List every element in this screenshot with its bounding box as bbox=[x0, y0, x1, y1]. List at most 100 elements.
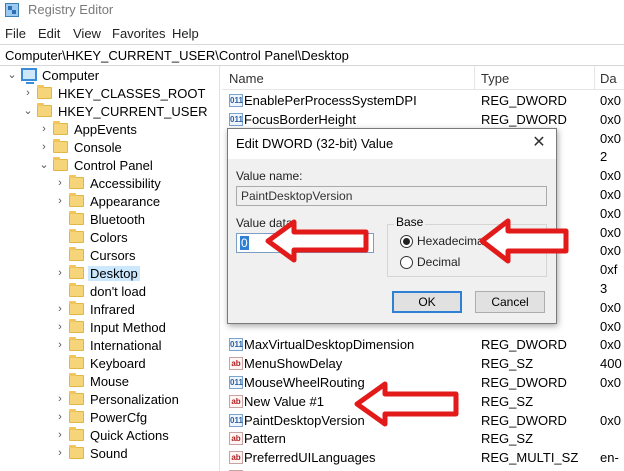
value-row[interactable]: ab MenuShowDelay REG_SZ 400 bbox=[222, 355, 624, 373]
tree-item-label[interactable]: International bbox=[90, 338, 162, 353]
tree-item-label[interactable]: Computer bbox=[42, 68, 99, 83]
chevron-right-icon[interactable]: › bbox=[55, 412, 65, 423]
tree-item[interactable]: › International bbox=[0, 337, 219, 355]
tree-item[interactable]: don't load bbox=[0, 283, 219, 301]
folder-icon bbox=[69, 427, 84, 441]
address-bar[interactable]: Computer\HKEY_CURRENT_USER\Control Panel… bbox=[0, 44, 624, 66]
value-data-input[interactable]: 0 bbox=[236, 233, 374, 253]
chevron-right-icon[interactable]: › bbox=[39, 142, 49, 153]
tree-item-label[interactable]: AppEvents bbox=[74, 122, 137, 137]
tree-item-label[interactable]: Sound bbox=[90, 446, 128, 461]
tree-item-label[interactable]: Appearance bbox=[90, 194, 160, 209]
key-tree[interactable]: ⌄ Computer › HKEY_CLASSES_ROOT ⌄ HKEY_CURRENT… bbox=[0, 66, 220, 471]
tree-item-label[interactable]: Quick Actions bbox=[90, 428, 169, 443]
value-row[interactable]: ab Pattern REG_SZ bbox=[222, 430, 624, 448]
value-row[interactable]: 011 PaintDesktopVersion REG_DWORD 0x0 bbox=[222, 412, 624, 430]
tree-item[interactable]: ⌄ Control Panel bbox=[0, 157, 219, 175]
tree-item[interactable]: Bluetooth bbox=[0, 211, 219, 229]
column-divider[interactable] bbox=[474, 66, 475, 90]
chevron-right-icon[interactable]: › bbox=[55, 196, 65, 207]
tree-item[interactable]: Keyboard bbox=[0, 355, 219, 373]
tree-item-label[interactable]: Colors bbox=[90, 230, 128, 245]
tree-item[interactable]: › Accessibility bbox=[0, 175, 219, 193]
tree-item[interactable]: › Console bbox=[0, 139, 219, 157]
tree-item[interactable]: › Input Method bbox=[0, 319, 219, 337]
tree-item-label[interactable]: HKEY_CURRENT_USER bbox=[58, 104, 208, 119]
value-row[interactable]: 011 EnablePerProcessSystemDPI REG_DWORD 0x0 bbox=[222, 92, 624, 110]
menu-favorites[interactable]: Favorites bbox=[112, 26, 165, 41]
address-path[interactable]: Computer\HKEY_CURRENT_USER\Control Panel… bbox=[5, 48, 349, 63]
value-data: 0x0 bbox=[600, 224, 621, 240]
tree-item-label[interactable]: Bluetooth bbox=[90, 212, 145, 227]
tree-item[interactable]: › Desktop bbox=[0, 265, 219, 283]
tree-item-label[interactable]: don't load bbox=[90, 284, 146, 299]
ok-button[interactable]: OK bbox=[392, 291, 462, 313]
tree-item[interactable]: › AppEvents bbox=[0, 121, 219, 139]
chevron-right-icon[interactable]: › bbox=[55, 340, 65, 351]
column-header-type[interactable]: Type bbox=[481, 71, 509, 86]
value-type: REG_SZ bbox=[481, 356, 534, 372]
tree-item-label[interactable]: PowerCfg bbox=[90, 410, 147, 425]
value-data-text[interactable]: 0 bbox=[240, 236, 249, 250]
chevron-down-icon[interactable]: ⌄ bbox=[39, 160, 49, 171]
string-value-icon: ab bbox=[229, 394, 243, 408]
chevron-right-icon[interactable]: › bbox=[39, 124, 49, 135]
tree-item[interactable]: › Quick Actions bbox=[0, 427, 219, 445]
chevron-right-icon[interactable]: › bbox=[55, 268, 65, 279]
hexadecimal-label[interactable]: Hexadecimal bbox=[417, 234, 486, 248]
tree-item[interactable]: Cursors bbox=[0, 247, 219, 265]
value-row[interactable]: ab New Value #1 REG_SZ bbox=[222, 393, 624, 411]
tree-item[interactable]: › PowerCfg bbox=[0, 409, 219, 427]
menu-edit[interactable]: Edit bbox=[38, 26, 60, 41]
menu-view[interactable]: View bbox=[73, 26, 101, 41]
menu-bar: File Edit View Favorites Help bbox=[0, 24, 624, 44]
tree-item[interactable]: ⌄ HKEY_CURRENT_USER bbox=[0, 103, 219, 121]
chevron-right-icon[interactable]: › bbox=[55, 448, 65, 459]
chevron-right-icon[interactable]: › bbox=[55, 430, 65, 441]
tree-item-label[interactable]: Personalization bbox=[90, 392, 179, 407]
tree-item[interactable]: ⌄ Computer bbox=[0, 67, 219, 85]
value-row[interactable]: 011 MaxVirtualDesktopDimension REG_DWORD 0x… bbox=[222, 336, 624, 354]
chevron-right-icon[interactable]: › bbox=[55, 322, 65, 333]
tree-item-label[interactable]: Desktop bbox=[88, 266, 140, 281]
value-row[interactable]: ab PreferredUILanguages REG_MULTI_SZ en- bbox=[222, 449, 624, 467]
value-row[interactable]: 011 MouseWheelRouting REG_DWORD 0x0 bbox=[222, 374, 624, 392]
tree-item[interactable]: Mouse bbox=[0, 373, 219, 391]
tree-item-label[interactable]: Accessibility bbox=[90, 176, 161, 191]
chevron-down-icon[interactable]: ⌄ bbox=[7, 70, 17, 81]
tree-item-label[interactable]: Cursors bbox=[90, 248, 136, 263]
menu-help[interactable]: Help bbox=[172, 26, 199, 41]
tree-item[interactable]: Colors bbox=[0, 229, 219, 247]
value-row[interactable]: 011 FocusBorderHeight REG_DWORD 0x0 bbox=[222, 111, 624, 129]
tree-item[interactable]: › Sound bbox=[0, 445, 219, 463]
folder-icon bbox=[69, 301, 84, 315]
tree-item[interactable]: › Appearance bbox=[0, 193, 219, 211]
tree-item-label[interactable]: Infrared bbox=[90, 302, 135, 317]
tree-item-label[interactable]: HKEY_CLASSES_ROOT bbox=[58, 86, 205, 101]
chevron-right-icon[interactable]: › bbox=[55, 304, 65, 315]
menu-file[interactable]: File bbox=[5, 26, 26, 41]
tree-item-label[interactable]: Control Panel bbox=[74, 158, 153, 173]
tree-item-label[interactable]: Keyboard bbox=[90, 356, 146, 371]
hexadecimal-radio[interactable] bbox=[400, 235, 413, 248]
folder-icon bbox=[69, 373, 84, 387]
tree-item-label[interactable]: Console bbox=[74, 140, 122, 155]
column-divider[interactable] bbox=[594, 66, 595, 90]
tree-item[interactable]: › Personalization bbox=[0, 391, 219, 409]
tree-item-label[interactable]: Mouse bbox=[90, 374, 129, 389]
column-header-name[interactable]: Name bbox=[229, 71, 264, 86]
chevron-right-icon[interactable]: › bbox=[55, 394, 65, 405]
decimal-radio[interactable] bbox=[400, 256, 413, 269]
binary-value-icon: 011 bbox=[229, 376, 243, 389]
chevron-right-icon[interactable]: › bbox=[55, 178, 65, 189]
cancel-button[interactable]: Cancel bbox=[475, 291, 545, 313]
tree-item-label[interactable]: Input Method bbox=[90, 320, 166, 335]
chevron-down-icon[interactable]: ⌄ bbox=[23, 106, 33, 117]
close-icon[interactable]: ✕ bbox=[528, 132, 550, 154]
column-header-data[interactable]: Da bbox=[600, 71, 617, 86]
chevron-right-icon[interactable]: › bbox=[23, 88, 33, 99]
tree-item[interactable]: › Infrared bbox=[0, 301, 219, 319]
tree-item[interactable]: › HKEY_CLASSES_ROOT bbox=[0, 85, 219, 103]
value-type: REG_DWORD bbox=[481, 111, 567, 127]
decimal-label[interactable]: Decimal bbox=[417, 255, 460, 269]
